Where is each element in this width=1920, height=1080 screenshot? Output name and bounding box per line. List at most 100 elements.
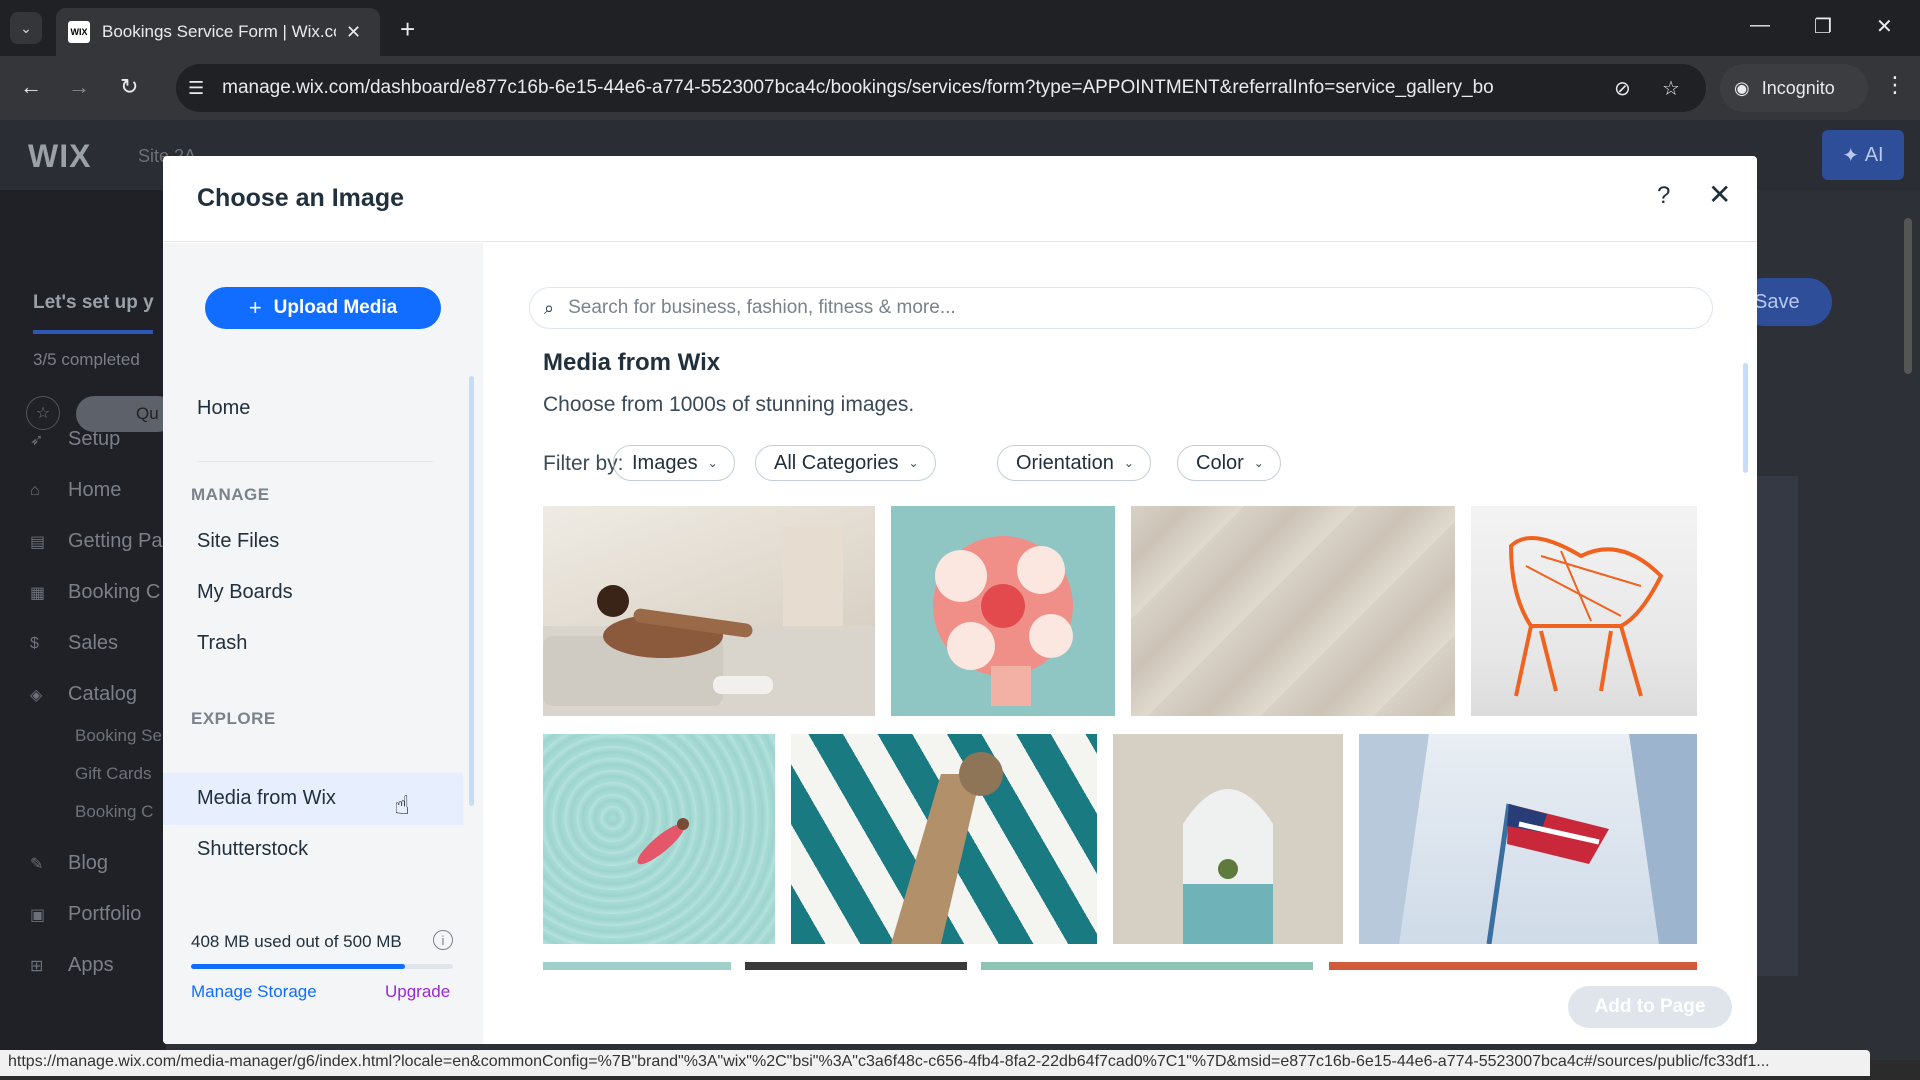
gallery-title: Media from Wix [543,349,721,376]
nav-media-from-wix[interactable]: Media from Wix [197,787,336,810]
filter-orientation[interactable]: Orientation ⌄ [997,445,1151,481]
manage-storage-link[interactable]: Manage Storage [191,982,317,1002]
filter-images[interactable]: Images ⌄ [613,445,735,481]
image-thumb-orange-chair[interactable] [1471,506,1697,716]
info-icon[interactable]: i [433,930,453,950]
sidebar-subitem-gift-cards[interactable]: Gift Cards [75,764,152,784]
media-sidebar: + Upload Media Home MANAGE Site Files My… [163,243,483,1044]
gallery-subtitle: Choose from 1000s of stunning images. [543,393,915,416]
reload-icon[interactable]: ↻ [120,74,138,100]
page-scrollbar[interactable] [1904,218,1912,374]
media-search[interactable]: ⌕ [529,287,1713,329]
image-thumb-row3-3[interactable] [981,962,1313,970]
sidebar-item-getting-paid[interactable]: ▤ Getting Pa [30,530,163,553]
sidebar-item-booking-calendar[interactable]: ▦ Booking C [30,581,160,604]
image-thumb-row3-1[interactable] [543,962,731,970]
url-text: manage.wix.com/dashboard/e877c16b-6e15-4… [222,77,1494,98]
forward-icon[interactable]: → [68,74,90,100]
minimize-icon[interactable]: — [1750,14,1770,37]
divider [197,461,433,462]
media-search-input[interactable] [568,297,1669,319]
browser-menu-icon[interactable]: ⋮ [1884,72,1906,98]
tab-search-icon[interactable]: ⌄ [10,12,42,44]
image-thumb-woman-reading[interactable] [543,506,875,716]
filter-label: Filter by: [543,452,624,475]
sidebar-label: Blog [68,852,109,874]
status-url: https://manage.wix.com/media-manager/g6/… [0,1050,1870,1076]
image-thumb-arched-window[interactable] [1113,734,1343,944]
nav-shutterstock[interactable]: Shutterstock [197,838,308,861]
quick-access-label: Qu [136,404,159,423]
image-thumb-row3-2[interactable] [745,962,967,970]
close-window-icon[interactable]: ✕ [1876,14,1893,39]
sidebar-item-portfolio[interactable]: ▣ Portfolio [30,903,141,926]
image-thumb-striped-umbrella[interactable] [791,734,1097,944]
calendar-icon: ▦ [30,584,46,602]
gallery-scrollbar[interactable] [1743,363,1748,473]
restore-icon[interactable]: ❐ [1814,14,1832,39]
sidebar-label: Sales [68,632,119,654]
sidebar-label: Apps [68,954,114,976]
image-thumb-swimmer-pool[interactable] [543,734,775,944]
flag-skyscrapers-image [1359,734,1697,944]
save-label: Save [1754,290,1800,313]
swimmer-image [637,818,689,865]
setup-count: 3/5 completed [33,350,140,369]
filter-color[interactable]: Color ⌄ [1177,445,1281,481]
image-thumb-row3-4[interactable] [1329,962,1697,970]
nav-site-files[interactable]: Site Files [197,530,279,553]
sidebar-label: Booking C [68,581,161,603]
close-icon[interactable]: ✕ [1708,178,1731,211]
eye-off-icon[interactable]: ⊘ [1614,76,1631,101]
sidebar-item-home[interactable]: ⌂ Home [30,479,121,502]
browser-tabstrip: ⌄ WIX Bookings Service Form | Wix.co ✕ +… [0,0,1920,56]
browser-toolbar: ← → ↻ ☰ manage.wix.com/dashboard/e877c16… [0,56,1920,120]
nav-trash[interactable]: Trash [197,632,247,655]
incognito-icon: ◉ [1734,77,1750,98]
image-thumb-flag-skyscrapers[interactable] [1359,734,1697,944]
quick-access-pill[interactable]: Qu [76,396,176,432]
filter-categories[interactable]: All Categories ⌄ [755,445,936,481]
back-icon[interactable]: ← [20,74,42,100]
explore-section-label: EXPLORE [191,709,276,728]
incognito-badge[interactable]: ◉ Incognito [1720,64,1868,112]
sparkle-icon: ✦ [1842,144,1860,167]
filter-label-text: Images [632,451,698,474]
bookmark-star-icon[interactable]: ☆ [1662,76,1680,101]
sidebar-item-setup[interactable]: ➶ Setup [30,428,120,451]
sidebar-item-blog[interactable]: ✎ Blog [30,852,108,875]
browser-tab[interactable]: WIX Bookings Service Form | Wix.co ✕ [56,8,380,56]
sidebar-subitem-booking[interactable]: Booking C [75,802,153,822]
sidebar-subitem-booking-services[interactable]: Booking Se [75,726,162,746]
site-info-icon[interactable]: ☰ [188,78,204,99]
image-thumb-fabric-texture[interactable] [1131,506,1455,716]
filter-label-text: Color [1196,451,1244,474]
sidebar-scrollbar[interactable] [469,376,474,806]
address-bar[interactable]: ☰ manage.wix.com/dashboard/e877c16b-6e15… [176,64,1706,112]
home-icon: ⌂ [30,481,40,499]
rocket-icon: ➶ [30,431,44,449]
upload-media-button[interactable]: + Upload Media [205,287,441,329]
sidebar-item-catalog[interactable]: ◈ Catalog [30,683,137,706]
choose-image-modal: Choose an Image ? ✕ + Upload Media Home … [163,156,1757,1044]
setup-title: Let's set up y [33,292,154,313]
sidebar-label: Getting Pa [68,530,163,552]
add-to-page-button[interactable]: Add to Page [1568,986,1732,1028]
ai-button[interactable]: ✦ AI [1822,130,1904,180]
ai-label: AI [1864,143,1884,166]
sidebar-item-sales[interactable]: $ Sales [30,632,118,655]
sidebar-item-apps[interactable]: ⊞ Apps [30,954,114,977]
close-tab-icon[interactable]: ✕ [346,22,361,43]
nav-home[interactable]: Home [197,397,250,420]
wix-logo[interactable]: WIX [28,138,91,175]
image-thumb-coral-sculpture[interactable] [891,506,1115,716]
new-tab-icon[interactable]: + [400,14,415,45]
arched-window-image [1183,789,1273,944]
filter-label-text: Orientation [1016,451,1114,474]
upgrade-link[interactable]: Upgrade [385,982,450,1002]
nav-my-boards[interactable]: My Boards [197,581,293,604]
star-icon[interactable]: ☆ [26,396,60,430]
sidebar-label: Portfolio [68,903,142,925]
help-icon[interactable]: ? [1657,182,1670,210]
plus-icon: + [248,295,262,320]
